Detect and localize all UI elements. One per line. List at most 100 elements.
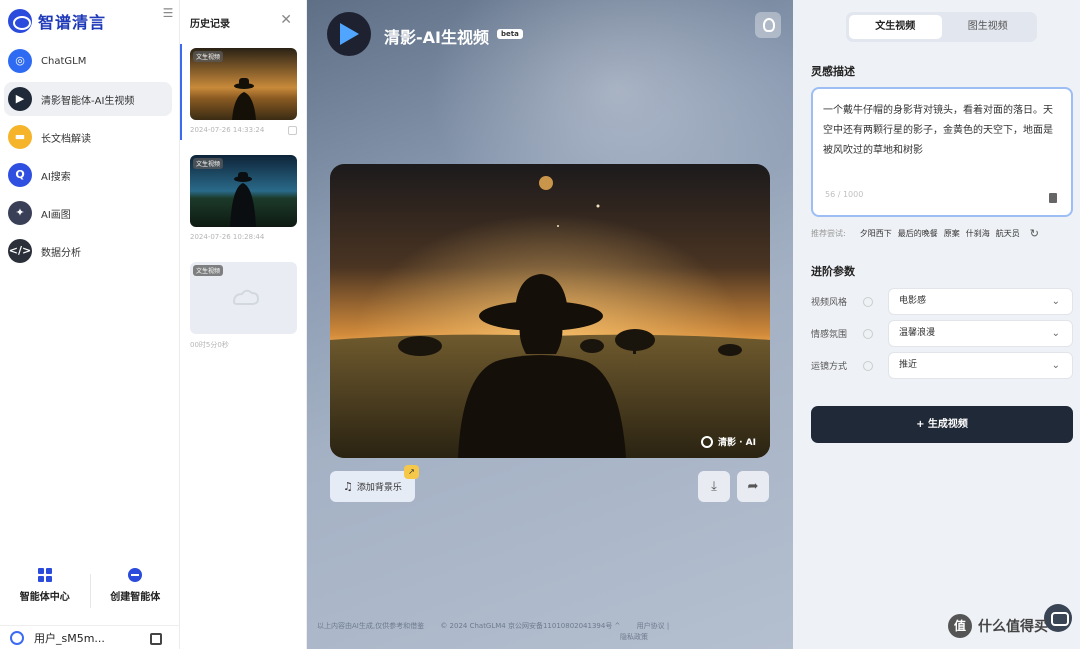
site-watermark: 值 什么值得买 <box>948 614 1048 638</box>
tab-text-to-video[interactable]: 文生视频 <box>849 15 942 39</box>
beta-badge: beta <box>497 29 523 39</box>
suggestion-chip[interactable]: 夕阳西下 <box>860 228 892 239</box>
sidebar-item-chatglm[interactable]: ◎ ChatGLM <box>4 44 172 78</box>
brand-logo[interactable]: 智谱清言 <box>8 8 168 34</box>
video-style-select[interactable]: 电影感 ⌄ <box>888 288 1073 315</box>
history-item[interactable]: 文生视频 00时5分0秒 <box>190 262 297 350</box>
user-profile[interactable]: 用户_sM5m... <box>0 625 180 649</box>
history-time: 2024-07-26 14:33:24 <box>190 126 265 134</box>
suggestion-chip[interactable]: 航天员 <box>996 228 1020 239</box>
generate-video-button[interactable]: + 生成视频 <box>811 406 1073 443</box>
footer-privacy-policy[interactable]: 隐私政策 <box>620 633 648 641</box>
footer-copyright[interactable]: © 2024 ChatGLM4 京公网安备11010802041394号 ^ <box>440 622 620 630</box>
download-icon: ⤓ <box>711 479 717 494</box>
sidebar-item-label: 清影智能体-AI生视频 <box>41 95 135 107</box>
qingying-watermark-icon <box>701 435 713 448</box>
info-icon[interactable] <box>863 328 873 339</box>
sidebar-item-data-analysis[interactable]: </> 数据分析 <box>4 234 172 268</box>
tab-image-to-video[interactable]: 图生视频 <box>942 15 1035 39</box>
share-icon: ➦ <box>747 479 759 494</box>
mood-select[interactable]: 温馨浪漫 ⌄ <box>888 320 1073 347</box>
suggestion-lead: 推荐尝试: <box>811 229 846 238</box>
code-icon: </> <box>8 239 32 263</box>
history-tag: 文生视频 <box>193 158 224 169</box>
prompt-label: 灵感描述 <box>811 65 855 78</box>
close-icon[interactable]: ✕ <box>280 12 292 28</box>
switch-account-icon[interactable] <box>150 633 162 645</box>
history-item[interactable]: 文生视频 2024-07-26 10:28:44 <box>190 155 297 241</box>
footer-disclaimer: 以上内容由AI生成,仅供参考和借鉴 <box>317 622 425 630</box>
brand-name: 智谱清言 <box>38 13 107 32</box>
chevron-down-icon: ⌄ <box>1051 296 1060 307</box>
sidebar: 智谱清言 ☰ ◎ ChatGLM ▶ 清影智能体-AI生视频 ▬ 长文档解读 Q… <box>0 0 180 649</box>
footer-user-agreement[interactable]: 用户协议 | <box>637 622 670 630</box>
video-watermark: 清影 · AI <box>701 435 756 448</box>
plus-circle-icon <box>128 568 143 582</box>
history-tag: 文生视频 <box>193 51 224 62</box>
qingying-icon: ▶ <box>8 87 32 111</box>
select-value: 推近 <box>899 360 918 370</box>
share-button[interactable]: ➦ <box>737 471 769 502</box>
history-time: 00时5分0秒 <box>190 341 229 349</box>
history-panel: 历史记录 ✕ 文生视频 2024-07-26 14:33:24 文生视频 202… <box>180 0 307 649</box>
history-title: 历史记录 <box>190 19 230 30</box>
video-stage: 清影-AI生视频 beta 清影 · AI ♫ 添加背景乐 ↗ ⤓ ➦ 以上内容… <box>307 0 793 649</box>
user-icon <box>10 630 24 645</box>
add-music-label: 添加背景乐 <box>356 483 402 493</box>
sidebar-item-ai-paint[interactable]: ✦ AI画图 <box>4 196 172 230</box>
grid-icon <box>37 568 52 582</box>
camera-movement-select[interactable]: 推近 ⌄ <box>888 352 1073 379</box>
download-button[interactable]: ⤓ <box>698 471 730 502</box>
info-icon[interactable] <box>863 296 873 307</box>
sidebar-collapse-icon[interactable]: ☰ <box>161 6 175 20</box>
history-tag: 文生视频 <box>193 265 224 276</box>
prompt-text: 一个戴牛仔帽的身影背对镜头，看着对面的落日。天空中还有两颗行星的影子，金黄色的天… <box>823 105 1053 156</box>
active-indicator <box>180 44 182 140</box>
chevron-down-icon: ⌄ <box>1051 328 1060 339</box>
settings-panel: 文生视频 图生视频 灵感描述 一个戴牛仔帽的身影背对镜头，看着对面的落日。天空中… <box>793 0 1080 649</box>
param-label: 运镜方式 <box>811 362 848 372</box>
trash-icon[interactable] <box>1049 193 1057 203</box>
sidebar-item-label: AI搜索 <box>41 171 71 183</box>
param-label: 视频风格 <box>811 298 848 308</box>
suggestion-chip[interactable]: 最后的晚餐 <box>898 228 938 239</box>
sidebar-item-label: AI画图 <box>41 209 71 221</box>
chatglm-icon: ◎ <box>8 49 32 73</box>
refresh-icon[interactable]: ↻ <box>1030 227 1039 240</box>
info-icon[interactable] <box>863 360 873 371</box>
folder-icon: ▬ <box>8 125 32 149</box>
delete-icon[interactable] <box>288 126 297 135</box>
user-name: 用户_sM5m... <box>34 631 105 645</box>
advanced-params-label: 进阶参数 <box>811 265 855 278</box>
sidebar-item-long-doc[interactable]: ▬ 长文档解读 <box>4 120 172 154</box>
prompt-textarea[interactable]: 一个戴牛仔帽的身影背对镜头，看着对面的落日。天空中还有两颗行星的影子，金黄色的天… <box>811 87 1073 217</box>
smzdm-logo-icon: 值 <box>948 614 972 638</box>
select-value: 电影感 <box>899 296 927 306</box>
create-agent-button[interactable]: 创建智能体 <box>91 568 181 616</box>
video-frame-image <box>330 164 770 458</box>
suggestion-chip[interactable]: 什刹海 <box>966 228 990 239</box>
chat-help-icon[interactable] <box>1044 604 1072 632</box>
chevron-down-icon: ⌄ <box>1051 360 1060 371</box>
sidebar-nav: ◎ ChatGLM ▶ 清影智能体-AI生视频 ▬ 长文档解读 Q AI搜索 ✦… <box>4 44 172 272</box>
param-video-style: 视频风格 电影感 ⌄ <box>811 288 1073 315</box>
page-title: 清影-AI生视频 <box>384 28 489 47</box>
watermark-text: 清影 · AI <box>718 438 756 448</box>
sidebar-item-qingying[interactable]: ▶ 清影智能体-AI生视频 <box>4 82 172 116</box>
sidebar-item-ai-search[interactable]: Q AI搜索 <box>4 158 172 192</box>
sidebar-item-label: ChatGLM <box>41 55 87 67</box>
create-agent-label: 创建智能体 <box>110 592 161 603</box>
page-footer: 以上内容由AI生成,仅供参考和借鉴 © 2024 ChatGLM4 京公网安备1… <box>317 621 787 643</box>
history-item[interactable]: 文生视频 2024-07-26 14:33:24 <box>190 48 297 135</box>
history-thumbnail-placeholder: 文生视频 <box>190 262 297 334</box>
add-music-button[interactable]: ♫ 添加背景乐 <box>330 471 415 502</box>
suggestion-chip[interactable]: 原案 <box>944 228 960 239</box>
history-thumbnail: 文生视频 <box>190 155 297 227</box>
feedback-icon[interactable] <box>755 12 781 38</box>
suggestion-row: 推荐尝试: 夕阳西下 最后的晚餐 原案 什刹海 航天员 ↻ <box>811 227 1077 240</box>
qingying-logo-icon <box>327 12 371 56</box>
paint-icon: ✦ <box>8 201 32 225</box>
select-value: 温馨浪漫 <box>899 328 936 338</box>
agents-center-button[interactable]: 智能体中心 <box>0 568 90 616</box>
generated-video[interactable]: 清影 · AI <box>330 164 770 458</box>
